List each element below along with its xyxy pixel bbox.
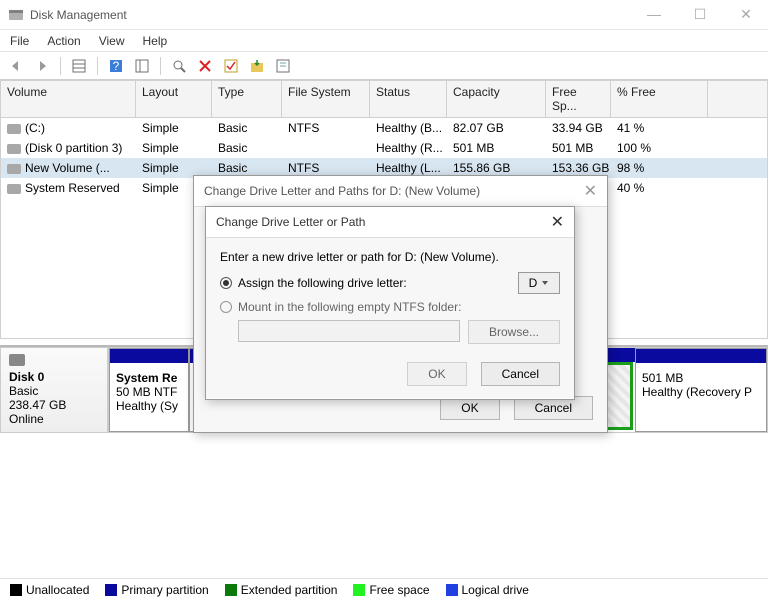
maximize-button[interactable]: ☐ — [686, 6, 714, 23]
refresh-icon[interactable] — [247, 56, 267, 76]
partition-recovery[interactable]: 501 MB Healthy (Recovery P — [635, 348, 767, 432]
dialog-title: Change Drive Letter or Path — [216, 215, 365, 229]
legend-free: Free space — [353, 583, 429, 597]
window-title: Disk Management — [30, 8, 640, 22]
close-icon[interactable]: ✕ — [551, 212, 564, 232]
cancel-button[interactable]: Cancel — [481, 362, 560, 386]
partition-system[interactable]: System Re 50 MB NTF Healthy (Sy — [109, 348, 189, 432]
properties-icon[interactable] — [273, 56, 293, 76]
dialog-prompt: Enter a new drive letter or path for D: … — [220, 250, 560, 264]
mount-path-input[interactable] — [238, 320, 460, 342]
browse-button[interactable]: Browse... — [468, 320, 560, 344]
menu-help[interactable]: Help — [143, 34, 168, 48]
col-filesystem[interactable]: File System — [282, 81, 370, 117]
disk-icon — [7, 164, 21, 174]
titlebar: Disk Management — ☐ ✕ — [0, 0, 768, 30]
disk-icon — [7, 124, 21, 134]
menu-action[interactable]: Action — [47, 34, 80, 48]
disk-icon — [9, 354, 25, 366]
toolbar: ? — [0, 52, 768, 80]
menu-file[interactable]: File — [10, 34, 29, 48]
close-icon[interactable]: ✕ — [584, 181, 597, 201]
table-header: Volume Layout Type File System Status Ca… — [1, 81, 767, 118]
legend-unallocated: Unallocated — [10, 583, 89, 597]
col-status[interactable]: Status — [370, 81, 447, 117]
forward-icon[interactable] — [32, 56, 52, 76]
dialog-title: Change Drive Letter and Paths for D: (Ne… — [204, 184, 480, 198]
back-icon[interactable] — [6, 56, 26, 76]
grid-icon[interactable] — [69, 56, 89, 76]
table-row[interactable]: (C:) Simple Basic NTFS Healthy (B... 82.… — [1, 118, 767, 138]
ok-button[interactable]: OK — [407, 362, 466, 386]
chevron-down-icon — [541, 279, 549, 287]
app-icon — [8, 7, 24, 23]
radio-mount-folder[interactable]: Mount in the following empty NTFS folder… — [220, 300, 560, 314]
disk-state: Online — [9, 412, 99, 426]
minimize-button[interactable]: — — [640, 6, 668, 23]
help-icon[interactable]: ? — [106, 56, 126, 76]
disk-icon — [7, 184, 21, 194]
divider — [60, 57, 61, 75]
legend-primary: Primary partition — [105, 583, 208, 597]
menu-view[interactable]: View — [99, 34, 125, 48]
menubar: File Action View Help — [0, 30, 768, 52]
legend-extended: Extended partition — [225, 583, 338, 597]
check-icon[interactable] — [221, 56, 241, 76]
delete-icon[interactable] — [195, 56, 215, 76]
dialog-change-letter: Change Drive Letter or Path ✕ Enter a ne… — [205, 206, 575, 400]
col-layout[interactable]: Layout — [136, 81, 212, 117]
col-volume[interactable]: Volume — [1, 81, 136, 117]
col-type[interactable]: Type — [212, 81, 282, 117]
disk-type: Basic — [9, 384, 99, 398]
legend-logical: Logical drive — [446, 583, 529, 597]
disk-icon — [7, 144, 21, 154]
disk-size: 238.47 GB — [9, 398, 99, 412]
close-button[interactable]: ✕ — [732, 6, 760, 23]
dialog-titlebar[interactable]: Change Drive Letter and Paths for D: (Ne… — [194, 176, 607, 206]
disk-name: Disk 0 — [9, 370, 99, 384]
radio-assign-letter[interactable]: Assign the following drive letter: D — [220, 272, 560, 294]
divider — [160, 57, 161, 75]
col-capacity[interactable]: Capacity — [447, 81, 546, 117]
legend: Unallocated Primary partition Extended p… — [0, 578, 768, 600]
list-icon[interactable] — [132, 56, 152, 76]
disk-info[interactable]: Disk 0 Basic 238.47 GB Online — [0, 347, 108, 433]
drive-letter-select[interactable]: D — [518, 272, 560, 294]
dialog-titlebar[interactable]: Change Drive Letter or Path ✕ — [206, 207, 574, 237]
svg-text:?: ? — [113, 59, 120, 73]
col-pctfree[interactable]: % Free — [611, 81, 708, 117]
col-freespace[interactable]: Free Sp... — [546, 81, 611, 117]
divider — [97, 57, 98, 75]
radio-icon — [220, 301, 232, 313]
radio-icon — [220, 277, 232, 289]
table-row[interactable]: (Disk 0 partition 3) Simple Basic Health… — [1, 138, 767, 158]
search-icon[interactable] — [169, 56, 189, 76]
window-buttons: — ☐ ✕ — [640, 6, 760, 23]
